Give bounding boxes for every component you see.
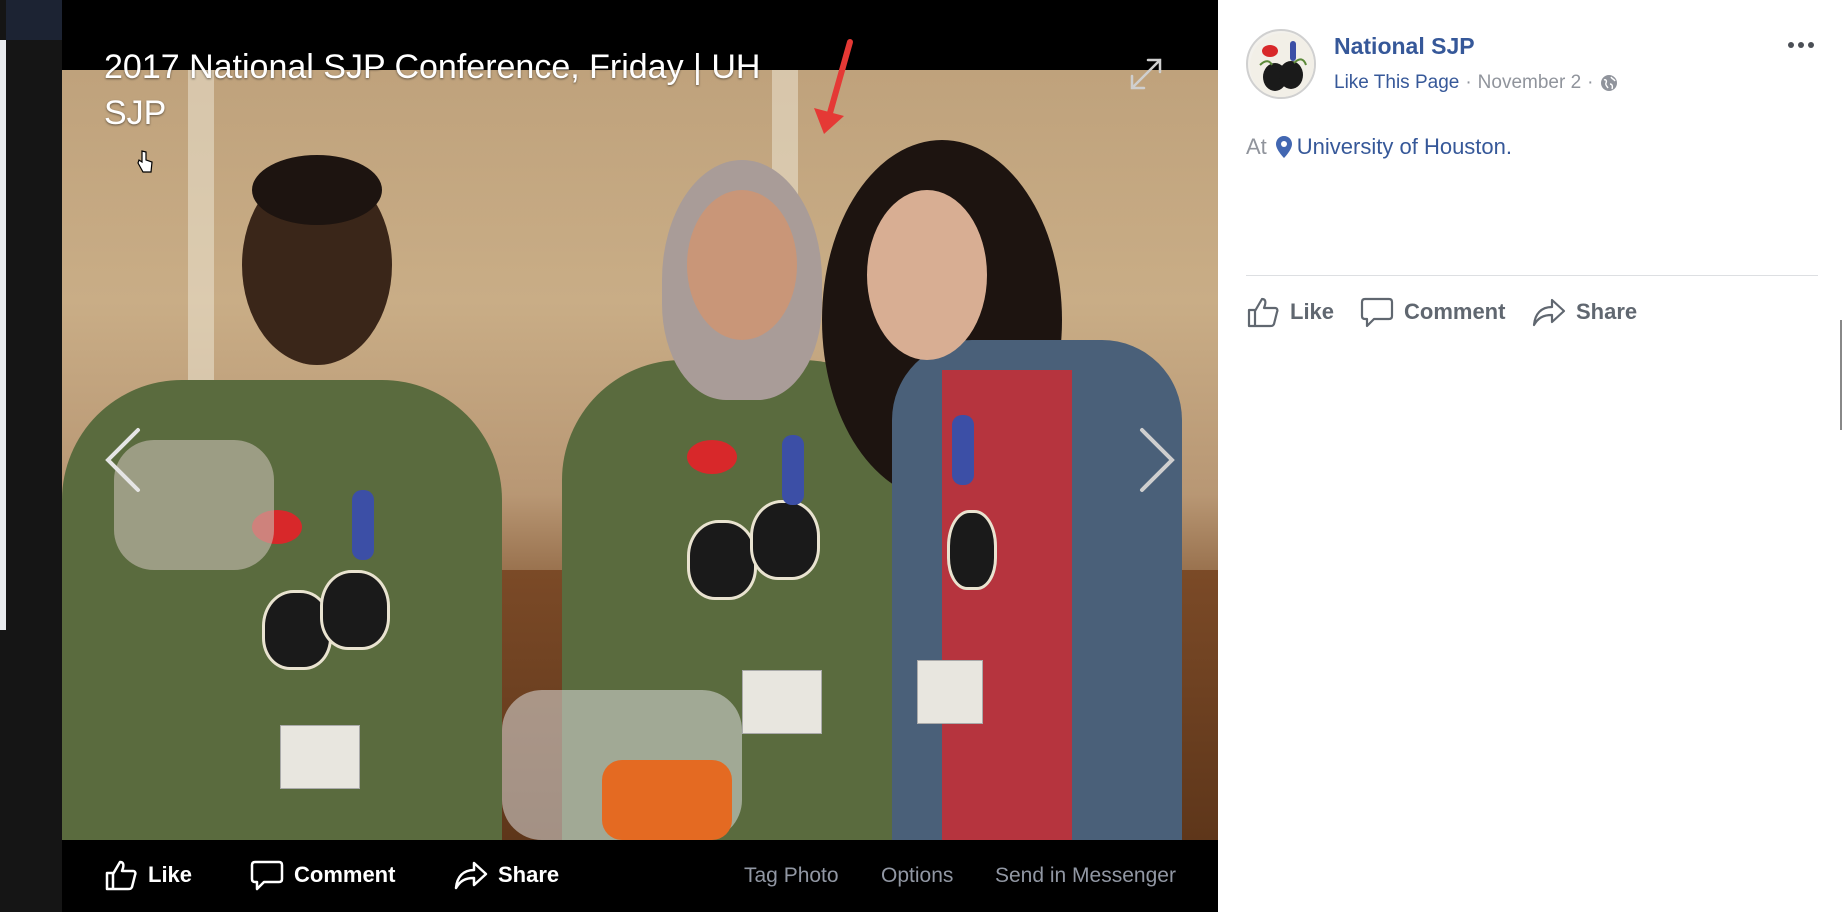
chevron-left-icon[interactable] — [98, 425, 148, 495]
red-arrow-annotation — [814, 39, 853, 134]
more-options-icon[interactable] — [1784, 34, 1818, 56]
background-scroll-edge — [1840, 320, 1845, 430]
comment-button[interactable]: Comment — [250, 858, 395, 892]
location-prefix: At — [1246, 134, 1267, 159]
location-pin-icon — [1275, 136, 1292, 158]
background-header-strip — [6, 0, 62, 40]
panel-divider — [1246, 275, 1818, 276]
background-page-strip — [0, 40, 6, 630]
share-button[interactable]: Share — [454, 858, 559, 892]
share-icon — [1532, 298, 1566, 327]
share-label: Share — [498, 862, 560, 887]
event-photo[interactable] — [62, 70, 1218, 842]
options-link[interactable]: Options — [881, 864, 953, 888]
meta-separator: · — [1587, 72, 1594, 93]
thumbs-up-icon — [105, 860, 137, 891]
location-link[interactable]: University of Houston. — [1297, 134, 1512, 160]
page-name-link[interactable]: National SJP — [1334, 33, 1475, 60]
post-location: At University of Houston. — [1246, 134, 1512, 160]
send-in-messenger-link[interactable]: Send in Messenger — [995, 864, 1176, 888]
post-meta: Like This Page · November 2 · — [1334, 72, 1618, 94]
like-label: Like — [148, 862, 193, 887]
post-details-panel: National SJP Like This Page · November 2… — [1218, 0, 1845, 912]
post-date[interactable]: November 2 — [1478, 72, 1582, 94]
panel-share-button[interactable]: Share — [1532, 293, 1637, 331]
panel-comment-button[interactable]: Comment — [1360, 293, 1505, 331]
thumbs-up-icon — [1247, 297, 1279, 328]
comment-icon — [1360, 297, 1394, 328]
hand-cursor-icon — [137, 150, 153, 173]
photo-viewer: 2017 National SJP Conference, Friday | U… — [62, 0, 1218, 912]
share-icon — [454, 861, 488, 890]
like-this-page-link[interactable]: Like This Page — [1334, 72, 1459, 94]
panel-like-label: Like — [1290, 299, 1335, 324]
comment-icon — [250, 860, 284, 891]
meta-separator: · — [1465, 72, 1472, 93]
comment-label: Comment — [294, 862, 396, 887]
chip-bag — [602, 760, 732, 840]
chevron-right-icon[interactable] — [1132, 425, 1182, 495]
page-logo-icon — [1250, 33, 1314, 97]
photo-title: 2017 National SJP Conference, Friday | U… — [104, 48, 761, 132]
expand-icon[interactable] — [1126, 54, 1166, 94]
tag-photo-link[interactable]: Tag Photo — [744, 864, 839, 888]
like-button[interactable]: Like — [104, 858, 192, 892]
panel-share-label: Share — [1576, 299, 1638, 324]
panel-comment-label: Comment — [1404, 299, 1506, 324]
background-page-edge — [0, 0, 62, 912]
photo-action-bar: Like Comment Share Tag Photo Options Sen… — [62, 840, 1218, 912]
page-avatar[interactable] — [1246, 29, 1316, 99]
photo-theater: 2017 National SJP Conference, Friday | U… — [0, 0, 1845, 912]
panel-like-button[interactable]: Like — [1246, 293, 1334, 331]
globe-icon[interactable] — [1600, 74, 1618, 92]
